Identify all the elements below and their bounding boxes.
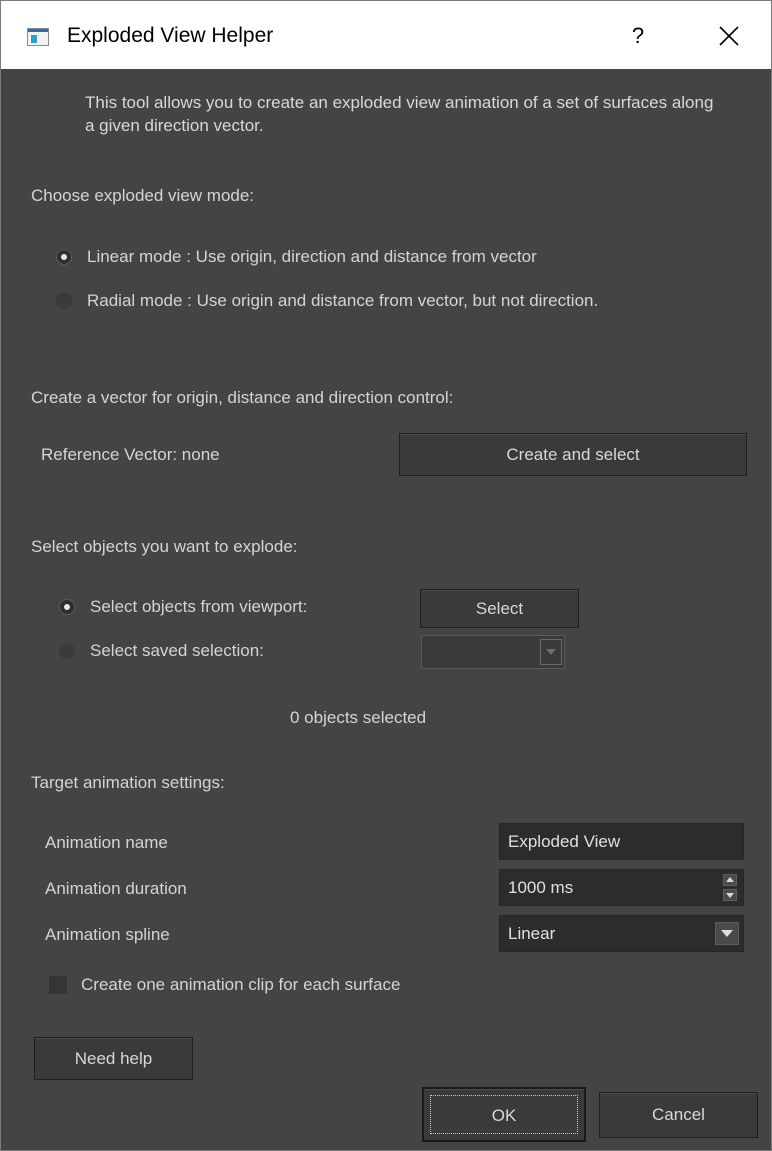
close-button[interactable] (707, 19, 751, 53)
spline-dropdown-arrow[interactable] (715, 922, 739, 945)
radial-mode-radio[interactable] (56, 293, 72, 309)
linear-mode-label[interactable]: Linear mode : Use origin, direction and … (87, 246, 537, 268)
saved-selection-dropdown-arrow[interactable] (540, 639, 562, 665)
select-button-label: Select (475, 599, 524, 618)
animation-duration-value: 1000 ms (508, 878, 574, 897)
chevron-up-icon (726, 877, 734, 882)
animation-duration-label: Animation duration (45, 879, 187, 898)
select-saved-selection-label[interactable]: Select saved selection: (90, 640, 264, 662)
help-question-button[interactable]: ? (618, 19, 658, 53)
mode-heading: Choose exploded view mode: (31, 186, 255, 205)
dialog-window: Exploded View Helper ? This tool allows … (0, 0, 772, 1151)
cancel-label: Cancel (652, 1105, 705, 1124)
dialog-body: This tool allows you to create an explod… (1, 69, 771, 1150)
linear-mode-radio[interactable] (56, 249, 72, 265)
chevron-down-icon (726, 893, 734, 898)
animation-spline-value: Linear (508, 924, 556, 943)
saved-selection-dropdown[interactable] (421, 635, 565, 669)
ok-button[interactable]: OK (422, 1087, 586, 1142)
duration-increment[interactable] (723, 874, 737, 886)
title-bar: Exploded View Helper ? (1, 1, 771, 69)
animation-heading: Target animation settings: (31, 773, 225, 792)
select-from-viewport-radio[interactable] (59, 599, 75, 615)
objects-selected-count: 0 objects selected (290, 708, 427, 727)
animation-name-label: Animation name (45, 833, 168, 852)
cancel-button[interactable]: Cancel (599, 1092, 758, 1138)
animation-name-input[interactable]: Exploded View (499, 823, 744, 860)
select-from-viewport-label[interactable]: Select objects from viewport: (90, 596, 307, 618)
per-surface-clip-checkbox[interactable] (49, 976, 67, 994)
reference-vector-label: Reference Vector: none (41, 445, 220, 464)
app-window-icon (27, 28, 49, 46)
selection-heading: Select objects you want to explode: (31, 537, 298, 556)
radial-mode-label[interactable]: Radial mode : Use origin and distance fr… (87, 290, 598, 312)
animation-spline-label: Animation spline (45, 925, 170, 944)
chevron-down-icon (721, 930, 733, 937)
chevron-down-icon (546, 649, 556, 655)
vector-heading: Create a vector for origin, distance and… (31, 388, 454, 407)
select-button[interactable]: Select (420, 589, 579, 628)
create-and-select-button[interactable]: Create and select (399, 433, 747, 476)
select-saved-selection-radio[interactable] (59, 643, 75, 659)
window-title: Exploded View Helper (67, 24, 274, 47)
close-icon (719, 26, 739, 46)
per-surface-clip-label[interactable]: Create one animation clip for each surfa… (81, 974, 400, 996)
create-and-select-label: Create and select (506, 445, 640, 464)
intro-text: This tool allows you to create an explod… (85, 93, 714, 135)
animation-name-value: Exploded View (508, 832, 621, 851)
animation-spline-dropdown[interactable]: Linear (499, 915, 744, 952)
need-help-label: Need help (74, 1049, 153, 1068)
duration-decrement[interactable] (723, 889, 737, 901)
animation-duration-spinbox[interactable]: 1000 ms (499, 869, 744, 906)
ok-focus-rect (430, 1095, 578, 1134)
need-help-button[interactable]: Need help (34, 1037, 193, 1080)
